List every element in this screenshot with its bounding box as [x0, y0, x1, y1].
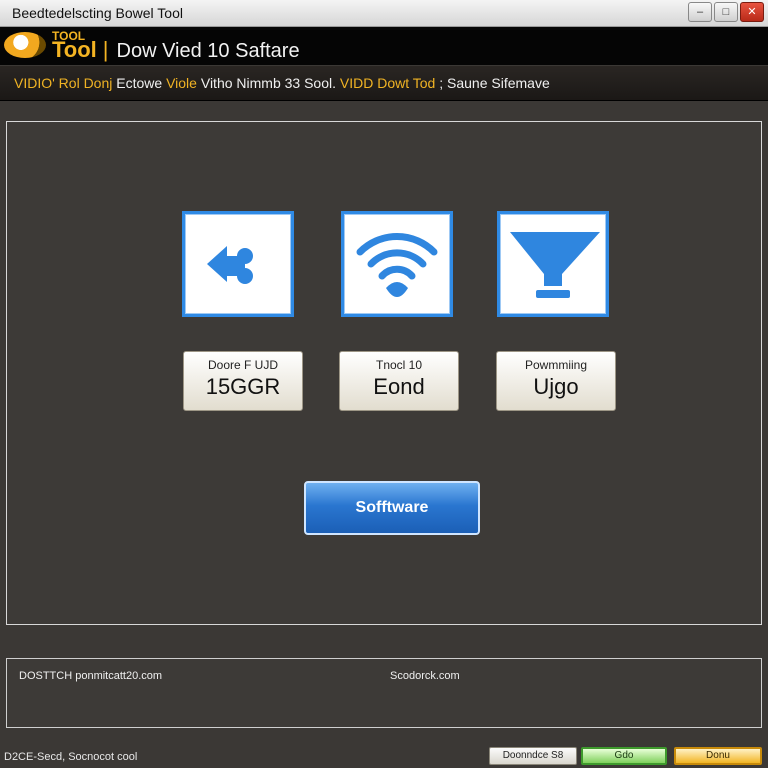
tagline-part-a: VIDIO' Rol Donj: [14, 75, 113, 91]
tagline-part-d: Vitho Nimmb 33 Sool.: [196, 75, 336, 91]
app-header: TOOL Tool | Dow Vied 10 Saftare: [0, 27, 768, 65]
status-panel: DOSTTCH ponmitcatt20.com Scodorck.com: [6, 658, 762, 728]
card-doore[interactable]: Doore F UJD 15GGR: [183, 351, 303, 411]
card-value: 15GGR: [205, 374, 281, 399]
tagline-part-c: Viole: [166, 75, 197, 91]
footer-text: D2CE-Secd, Socnocot cool: [4, 751, 138, 763]
window-controls: – □ ✕: [688, 2, 764, 22]
tagline-part-f: ; Saune Sifemave: [435, 75, 550, 91]
card-label: Powmmiing: [524, 358, 587, 372]
tile-funnel[interactable]: [497, 211, 609, 317]
brand-word: Tool: [52, 37, 97, 62]
tile-puzzle[interactable]: [182, 211, 294, 317]
status-left-text: DOSTTCH ponmitcatt20.com: [19, 670, 163, 682]
card-powmmiing[interactable]: Powmmiing Ujgo: [496, 351, 616, 411]
close-button[interactable]: ✕: [740, 2, 764, 22]
funnel-icon: [510, 232, 600, 298]
card-value: Eond: [373, 374, 425, 399]
minimize-button[interactable]: –: [688, 2, 712, 22]
footer-button-done[interactable]: Donu: [674, 747, 762, 765]
app-logo-icon: [4, 32, 46, 58]
footer-button-go[interactable]: Gdo: [581, 747, 667, 765]
card-label: Tnocl 10: [375, 358, 423, 372]
main-panel: Doore F UJD 15GGR Tnocl 10 Eond Powmmiin…: [6, 121, 762, 625]
tagline: VIDIO' Rol Donj Ectowe Viole Vitho Nimmb…: [14, 75, 550, 91]
window-title: Beedtedelscting Bowel Tool: [12, 5, 183, 21]
window-titlebar: Beedtedelscting Bowel Tool – □ ✕: [0, 0, 768, 27]
tagline-part-b: Ectowe: [112, 75, 167, 91]
status-right-text: Scodorck.com: [390, 670, 460, 682]
puzzle-arrow-icon: [207, 246, 253, 284]
card-tnocl[interactable]: Tnocl 10 Eond: [339, 351, 459, 411]
maximize-button[interactable]: □: [714, 2, 738, 22]
card-label: Doore F UJD: [207, 358, 278, 372]
card-value: Ujgo: [533, 374, 579, 399]
tile-wifi[interactable]: [341, 211, 453, 317]
wifi-icon: [356, 233, 438, 297]
footer-button-1[interactable]: Doonndce S8: [489, 747, 577, 765]
brand-subtitle: Dow Vied 10 Saftare: [116, 40, 300, 62]
tagline-bar: VIDIO' Rol Donj Ectowe Viole Vitho Nimmb…: [0, 66, 768, 101]
software-button[interactable]: Sofftware: [304, 481, 480, 535]
brand-separator: |: [102, 37, 109, 62]
app-brand: Tool | Dow Vied 10 Saftare: [52, 37, 300, 63]
tagline-part-e: VIDD Dowt Tod: [336, 75, 436, 91]
